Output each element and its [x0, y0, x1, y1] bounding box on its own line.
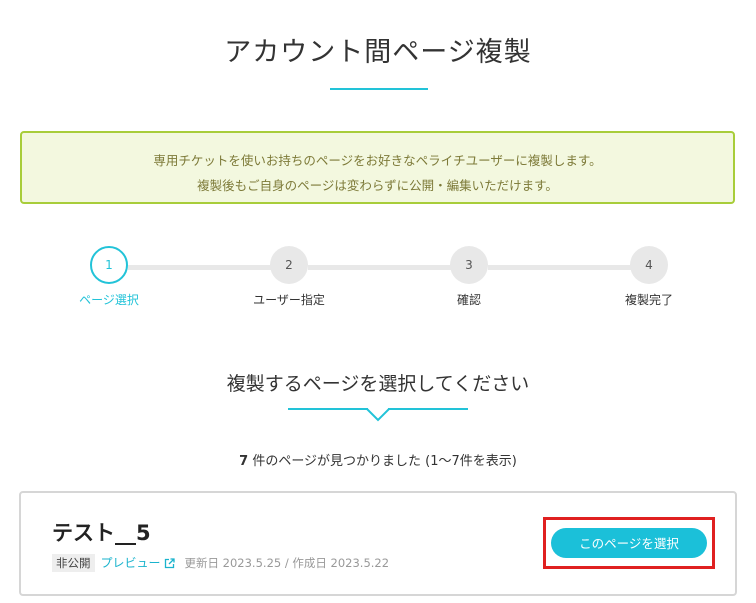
- page-card-title: テスト__5: [52, 521, 151, 545]
- page-dates: 更新日 2023.5.25 / 作成日 2023.5.22: [184, 556, 390, 570]
- step-connector: [128, 265, 271, 270]
- title-underline: [330, 88, 428, 90]
- step-3-label: 確認: [456, 293, 481, 307]
- step-2-label: ユーザー指定: [253, 293, 325, 307]
- step-2-circle: 2: [270, 246, 308, 284]
- select-page-button[interactable]: このページを選択: [551, 528, 707, 558]
- section-underline-right: [388, 408, 468, 410]
- step-connector: [488, 265, 631, 270]
- preview-label: プレビュー: [100, 556, 161, 570]
- page-card: テスト__5 非公開 プレビュー 更新日 2023.5.25 / 作成日 2023.…: [19, 491, 737, 596]
- step-4-circle: 4: [630, 246, 668, 284]
- page-title: アカウント間ページ複製: [224, 37, 532, 68]
- result-count-number: 7: [239, 454, 249, 469]
- step-3-circle: 3: [450, 246, 488, 284]
- step-connector: [308, 265, 451, 270]
- preview-link[interactable]: プレビュー: [101, 556, 175, 570]
- result-count-text: 件のページが見つかりました (1〜7件を表示): [252, 454, 517, 469]
- step-1-circle: 1: [90, 246, 128, 284]
- external-link-icon: [164, 558, 175, 569]
- section-title: 複製するページを選択してください: [226, 373, 530, 395]
- step-1-label: ページ選択: [79, 293, 139, 307]
- page-card-meta: 非公開 プレビュー 更新日 2023.5.25 / 作成日 2023.5.22: [52, 554, 389, 572]
- notice-box: 専用チケットを使いお持ちのページをお好きなペライチユーザーに複製します。 複製後…: [20, 131, 735, 204]
- step-indicator: 1 2 3 4 ページ選択 ユーザー指定 確認 複製完了: [0, 244, 756, 314]
- step-4-label: 複製完了: [624, 293, 673, 307]
- section-underline-left: [288, 408, 368, 410]
- notice-line-1: 専用チケットを使いお持ちのページをお好きなペライチユーザーに複製します。: [153, 153, 602, 168]
- notice-line-2: 複製後もご自身のページは変わらずに公開・編集いただけます。: [197, 178, 558, 193]
- status-badge: 非公開: [52, 554, 95, 572]
- select-button-highlight: このページを選択: [543, 517, 715, 569]
- chevron-down-icon: [366, 408, 390, 422]
- result-count: 7 件のページが見つかりました (1〜7件を表示): [0, 450, 756, 469]
